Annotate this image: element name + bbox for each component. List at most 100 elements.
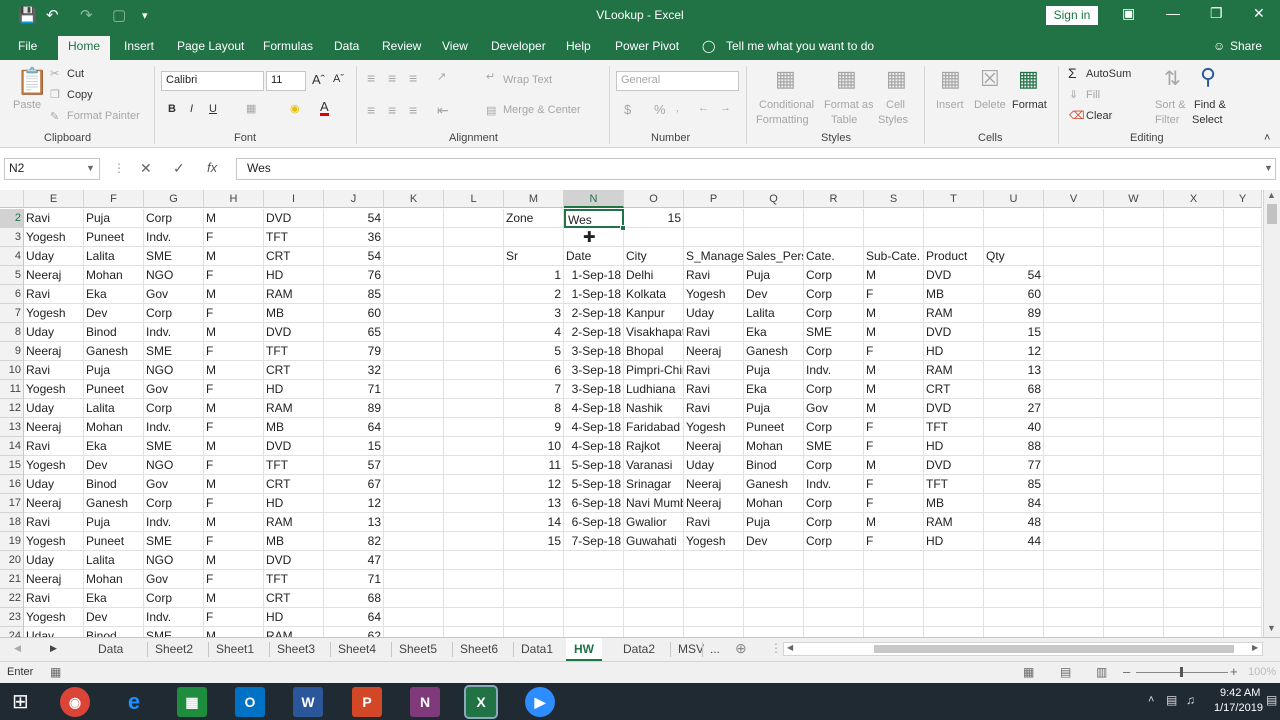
empty-cell[interactable] bbox=[804, 570, 864, 589]
table-cell[interactable]: DVD bbox=[264, 551, 324, 570]
table-cell[interactable]: Puneet bbox=[744, 418, 804, 437]
table-cell[interactable]: RAM bbox=[924, 513, 984, 532]
empty-cell[interactable] bbox=[1104, 513, 1164, 532]
empty-cell[interactable] bbox=[1224, 494, 1262, 513]
empty-cell[interactable] bbox=[924, 570, 984, 589]
sheet-tab-msv[interactable]: MSV bbox=[678, 642, 704, 656]
table-cell[interactable]: Pimpri-Chinchwad bbox=[624, 361, 684, 380]
empty-cell[interactable] bbox=[1164, 475, 1224, 494]
table-cell[interactable]: DVD bbox=[924, 456, 984, 475]
outlook-icon[interactable]: O bbox=[235, 687, 265, 717]
table-cell[interactable]: 60 bbox=[984, 285, 1044, 304]
table-cell[interactable]: Dev bbox=[84, 608, 144, 627]
table-cell[interactable]: Dev bbox=[744, 285, 804, 304]
column-header-y[interactable]: Y bbox=[1224, 190, 1262, 208]
empty-cell[interactable] bbox=[1104, 247, 1164, 266]
empty-cell[interactable] bbox=[624, 627, 684, 637]
empty-cell[interactable] bbox=[1044, 304, 1104, 323]
empty-cell[interactable] bbox=[1164, 342, 1224, 361]
table-cell[interactable]: Binod bbox=[84, 323, 144, 342]
table-cell[interactable]: Indv. bbox=[144, 418, 204, 437]
table-cell[interactable]: 3 bbox=[504, 304, 564, 323]
table-cell[interactable]: 32 bbox=[324, 361, 384, 380]
table-cell[interactable]: Corp bbox=[144, 304, 204, 323]
empty-cell[interactable] bbox=[444, 266, 504, 285]
empty-cell[interactable] bbox=[504, 570, 564, 589]
table-cell[interactable]: Uday bbox=[24, 627, 84, 637]
table-cell[interactable]: Mohan bbox=[84, 266, 144, 285]
table-cell[interactable]: M bbox=[204, 361, 264, 380]
empty-cell[interactable] bbox=[684, 627, 744, 637]
sheet-tab-hw[interactable]: HW bbox=[566, 638, 602, 661]
table-cell[interactable]: Ganesh bbox=[84, 494, 144, 513]
table-cell[interactable]: 13 bbox=[504, 494, 564, 513]
table-cell[interactable]: MB bbox=[264, 304, 324, 323]
table-cell[interactable]: F bbox=[204, 418, 264, 437]
empty-cell[interactable] bbox=[1104, 589, 1164, 608]
row-header[interactable]: 14 bbox=[0, 437, 24, 456]
empty-cell[interactable] bbox=[684, 551, 744, 570]
table-cell[interactable]: Puja bbox=[744, 513, 804, 532]
table-cell[interactable]: F bbox=[204, 570, 264, 589]
table-cell[interactable]: M bbox=[204, 627, 264, 637]
empty-cell[interactable] bbox=[384, 380, 444, 399]
table-cell[interactable]: Guwahati bbox=[624, 532, 684, 551]
empty-cell[interactable] bbox=[1164, 266, 1224, 285]
empty-cell[interactable] bbox=[504, 589, 564, 608]
align-bottom-icon[interactable]: ≡ bbox=[409, 70, 417, 86]
column-header-j[interactable]: J bbox=[324, 190, 384, 208]
table-cell[interactable]: 13 bbox=[984, 361, 1044, 380]
table-cell[interactable]: 3-Sep-18 bbox=[564, 361, 624, 380]
table-cell[interactable]: Indv. bbox=[144, 228, 204, 247]
borders-icon[interactable]: ▦ bbox=[246, 102, 256, 115]
table-cell[interactable]: Ravi bbox=[24, 589, 84, 608]
empty-cell[interactable] bbox=[1104, 551, 1164, 570]
empty-cell[interactable] bbox=[1164, 285, 1224, 304]
table-cell[interactable]: 89 bbox=[324, 399, 384, 418]
row-header[interactable]: 23 bbox=[0, 608, 24, 627]
table-cell[interactable]: 7-Sep-18 bbox=[564, 532, 624, 551]
table-cell[interactable]: 11 bbox=[504, 456, 564, 475]
empty-cell[interactable] bbox=[1044, 475, 1104, 494]
table-cell[interactable]: F bbox=[204, 380, 264, 399]
fill-handle[interactable] bbox=[620, 225, 626, 231]
table-cell[interactable]: MB bbox=[924, 494, 984, 513]
table-cell[interactable]: F bbox=[204, 608, 264, 627]
empty-cell[interactable] bbox=[624, 570, 684, 589]
column-header-v[interactable]: V bbox=[1044, 190, 1104, 208]
table-cell[interactable]: SME bbox=[144, 627, 204, 637]
row-header[interactable]: 6 bbox=[0, 285, 24, 304]
table-cell[interactable]: Mohan bbox=[744, 437, 804, 456]
table-cell[interactable]: SME bbox=[144, 342, 204, 361]
table-cell[interactable]: 2-Sep-18 bbox=[564, 323, 624, 342]
table-cell[interactable]: Yogesh bbox=[24, 532, 84, 551]
table-cell[interactable]: NGO bbox=[144, 266, 204, 285]
empty-cell[interactable] bbox=[384, 475, 444, 494]
table-cell[interactable]: Corp bbox=[804, 418, 864, 437]
table-cell[interactable]: 67 bbox=[324, 475, 384, 494]
empty-cell[interactable] bbox=[1224, 513, 1262, 532]
table-cell[interactable]: M bbox=[864, 323, 924, 342]
table-cell[interactable]: 7 bbox=[504, 380, 564, 399]
table-cell[interactable]: 57 bbox=[324, 456, 384, 475]
table-cell[interactable]: Yogesh bbox=[24, 456, 84, 475]
table-cell[interactable]: Neeraj bbox=[24, 418, 84, 437]
column-header-o[interactable]: O bbox=[624, 190, 684, 208]
table-cell[interactable]: RAM bbox=[264, 285, 324, 304]
empty-cell[interactable] bbox=[1224, 437, 1262, 456]
macro-record-icon[interactable]: ▦ bbox=[50, 665, 61, 679]
empty-cell[interactable] bbox=[1164, 494, 1224, 513]
table-cell[interactable]: CRT bbox=[264, 247, 324, 266]
insert-cells-button[interactable]: Insert bbox=[936, 99, 964, 111]
table-cell[interactable]: Neeraj bbox=[684, 475, 744, 494]
table-cell[interactable]: Nashik bbox=[624, 399, 684, 418]
table-cell[interactable]: 44 bbox=[984, 532, 1044, 551]
align-middle-icon[interactable]: ≡ bbox=[388, 70, 396, 86]
empty-cell[interactable] bbox=[1224, 551, 1262, 570]
empty-cell[interactable] bbox=[1104, 209, 1164, 228]
table-cell[interactable]: 48 bbox=[984, 513, 1044, 532]
table-cell[interactable]: F bbox=[204, 456, 264, 475]
table-header-cell[interactable]: Sub-Cate. bbox=[864, 247, 924, 266]
empty-cell[interactable] bbox=[864, 228, 924, 247]
sheet-tab-sheet4[interactable]: Sheet4 bbox=[338, 642, 376, 656]
